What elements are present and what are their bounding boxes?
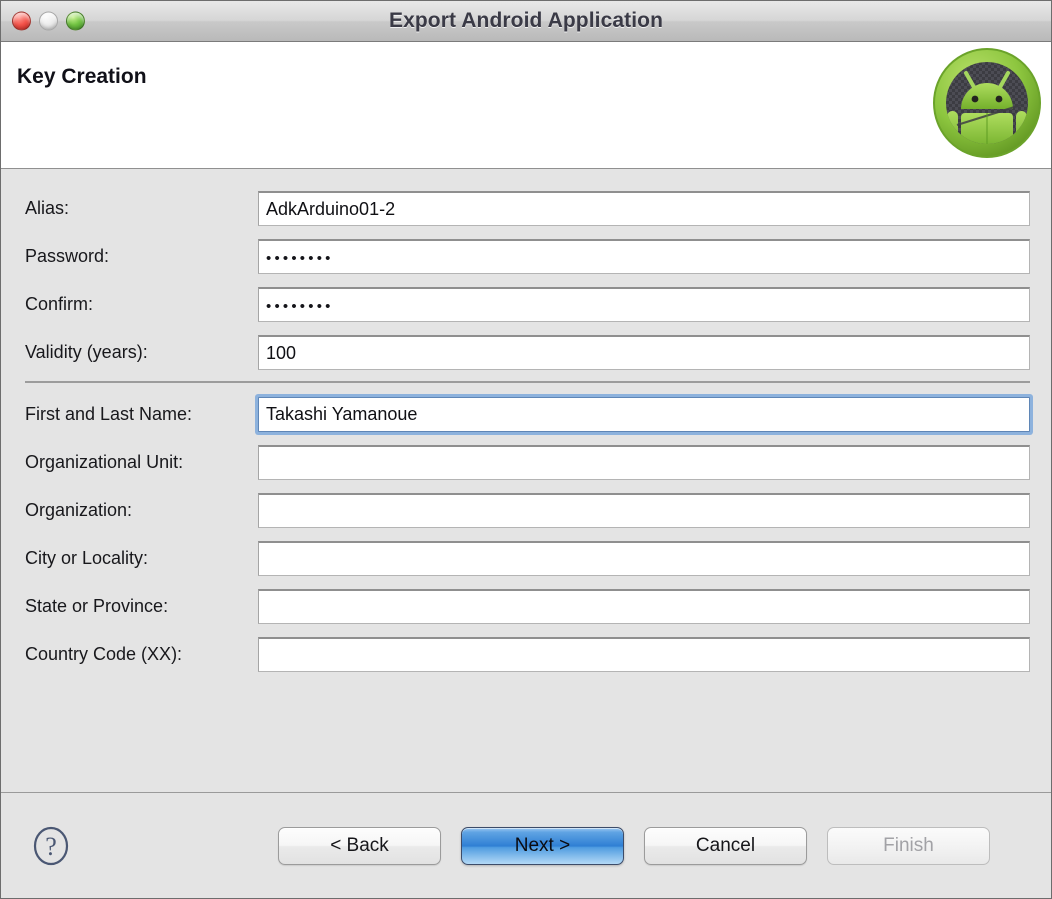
input-organizational-unit[interactable]: [258, 445, 1030, 480]
input-confirm-value: ••••••••: [266, 299, 334, 314]
field-row-city-or-locality: City or Locality:: [25, 539, 1030, 578]
window-controls: [12, 12, 85, 31]
input-password[interactable]: ••••••••: [258, 239, 1030, 274]
input-state-or-province[interactable]: [258, 589, 1030, 624]
input-country-code[interactable]: [258, 637, 1030, 672]
field-group-separator: [25, 381, 1030, 383]
svg-text:?: ?: [45, 832, 57, 861]
input-alias[interactable]: AdkArduino01-2: [258, 191, 1030, 226]
wizard-footer: ? < Back Next > Cancel Finish: [1, 793, 1051, 898]
label-organization: Organization:: [25, 500, 258, 521]
label-confirm: Confirm:: [25, 294, 258, 315]
label-state-or-province: State or Province:: [25, 596, 258, 617]
field-row-confirm: Confirm: ••••••••: [25, 285, 1030, 324]
input-password-value: ••••••••: [266, 251, 334, 266]
input-confirm[interactable]: ••••••••: [258, 287, 1030, 322]
minimize-button-icon[interactable]: [39, 12, 58, 31]
field-row-password: Password: ••••••••: [25, 237, 1030, 276]
page-title: Key Creation: [17, 65, 147, 89]
maximize-button-icon[interactable]: [66, 12, 85, 31]
label-validity: Validity (years):: [25, 342, 258, 363]
window-titlebar: Export Android Application: [1, 1, 1051, 42]
next-button[interactable]: Next >: [461, 827, 624, 865]
wizard-header: Key Creation: [1, 42, 1051, 169]
input-alias-value: AdkArduino01-2: [266, 199, 395, 220]
input-validity-value: 100: [266, 343, 296, 364]
wizard-button-row: < Back Next > Cancel Finish: [278, 827, 990, 865]
input-validity[interactable]: 100: [258, 335, 1030, 370]
input-first-last-name-value: Takashi Yamanoue: [266, 404, 417, 425]
back-button[interactable]: < Back: [278, 827, 441, 865]
input-city-or-locality[interactable]: [258, 541, 1030, 576]
label-first-last-name: First and Last Name:: [25, 404, 258, 425]
input-first-last-name[interactable]: Takashi Yamanoue: [258, 397, 1030, 432]
label-organizational-unit: Organizational Unit:: [25, 452, 258, 473]
field-row-organizational-unit: Organizational Unit:: [25, 443, 1030, 482]
close-button-icon[interactable]: [12, 12, 31, 31]
key-creation-form: Alias: AdkArduino01-2 Password: ••••••••…: [1, 169, 1051, 793]
keystore-field-group: Alias: AdkArduino01-2 Password: ••••••••…: [25, 189, 1030, 372]
export-android-application-window: Export Android Application Key Creation: [0, 0, 1052, 899]
field-row-organization: Organization:: [25, 491, 1030, 530]
field-row-first-last-name: First and Last Name: Takashi Yamanoue: [25, 395, 1030, 434]
window-title: Export Android Application: [1, 9, 1051, 33]
label-country-code: Country Code (XX):: [25, 644, 258, 665]
input-organization[interactable]: [258, 493, 1030, 528]
label-city-or-locality: City or Locality:: [25, 548, 258, 569]
field-row-country-code: Country Code (XX):: [25, 635, 1030, 674]
certificate-field-group: First and Last Name: Takashi Yamanoue Or…: [25, 395, 1030, 674]
finish-button: Finish: [827, 827, 990, 865]
field-row-validity: Validity (years): 100: [25, 333, 1030, 372]
android-robot-icon: [931, 47, 1043, 159]
cancel-button[interactable]: Cancel: [644, 827, 807, 865]
field-row-alias: Alias: AdkArduino01-2: [25, 189, 1030, 228]
label-password: Password:: [25, 246, 258, 267]
field-row-state-or-province: State or Province:: [25, 587, 1030, 626]
label-alias: Alias:: [25, 198, 258, 219]
question-mark-circle-icon[interactable]: ?: [32, 825, 70, 867]
